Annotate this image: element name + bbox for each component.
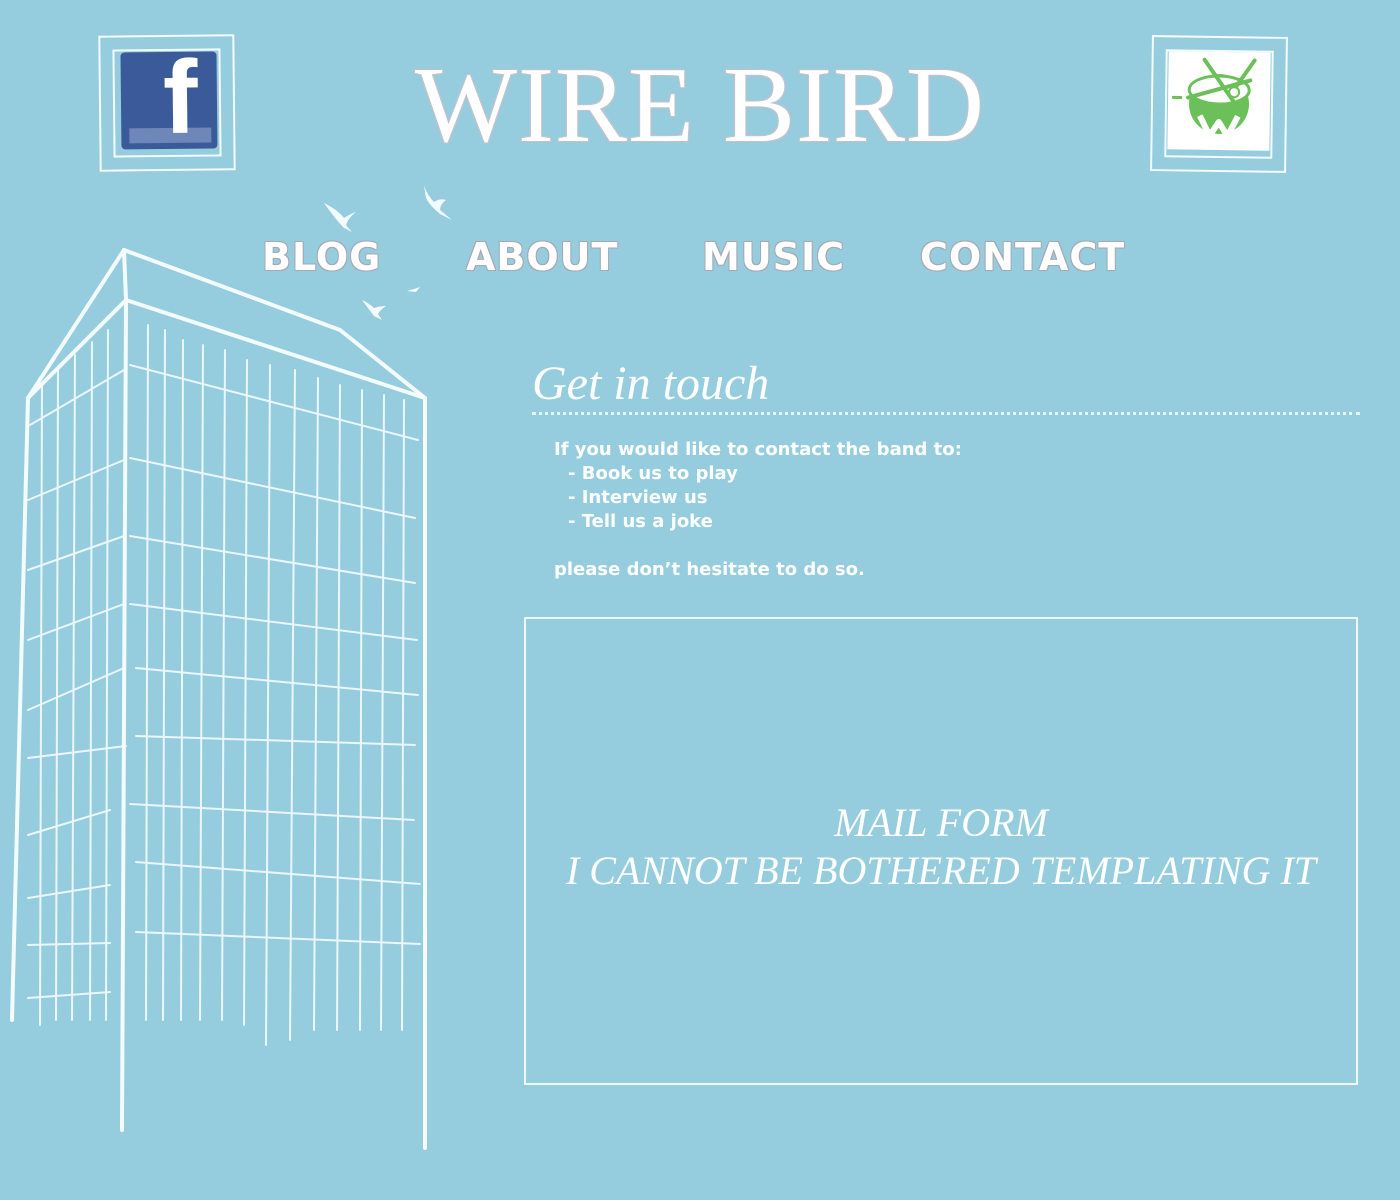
contact-reason-item: - Tell us a joke	[568, 511, 713, 532]
contact-reason-item: - Interview us	[568, 487, 708, 508]
mail-form-label: MAIL FORM	[834, 800, 1048, 845]
birds-illustration	[324, 186, 452, 320]
building-sketch-illustration	[10, 186, 452, 1150]
contact-outro: please don’t hesitate to do so.	[554, 559, 865, 580]
heading-divider	[532, 412, 1360, 415]
nav-about[interactable]: ABOUT	[466, 238, 618, 276]
section-heading: Get in touch	[532, 357, 770, 410]
contact-intro: If you would like to contact the band to…	[554, 439, 962, 460]
contact-reason-item: - Book us to play	[568, 463, 738, 484]
triple-j-unearthed-link[interactable]	[1150, 35, 1288, 173]
nav-contact[interactable]: CONTACT	[920, 238, 1125, 276]
triple-j-unearthed-icon	[1167, 51, 1271, 151]
mail-form-note: I CANNOT BE BOTHERED TEMPLATING IT	[565, 848, 1317, 893]
nav-music[interactable]: MUSIC	[702, 238, 845, 276]
